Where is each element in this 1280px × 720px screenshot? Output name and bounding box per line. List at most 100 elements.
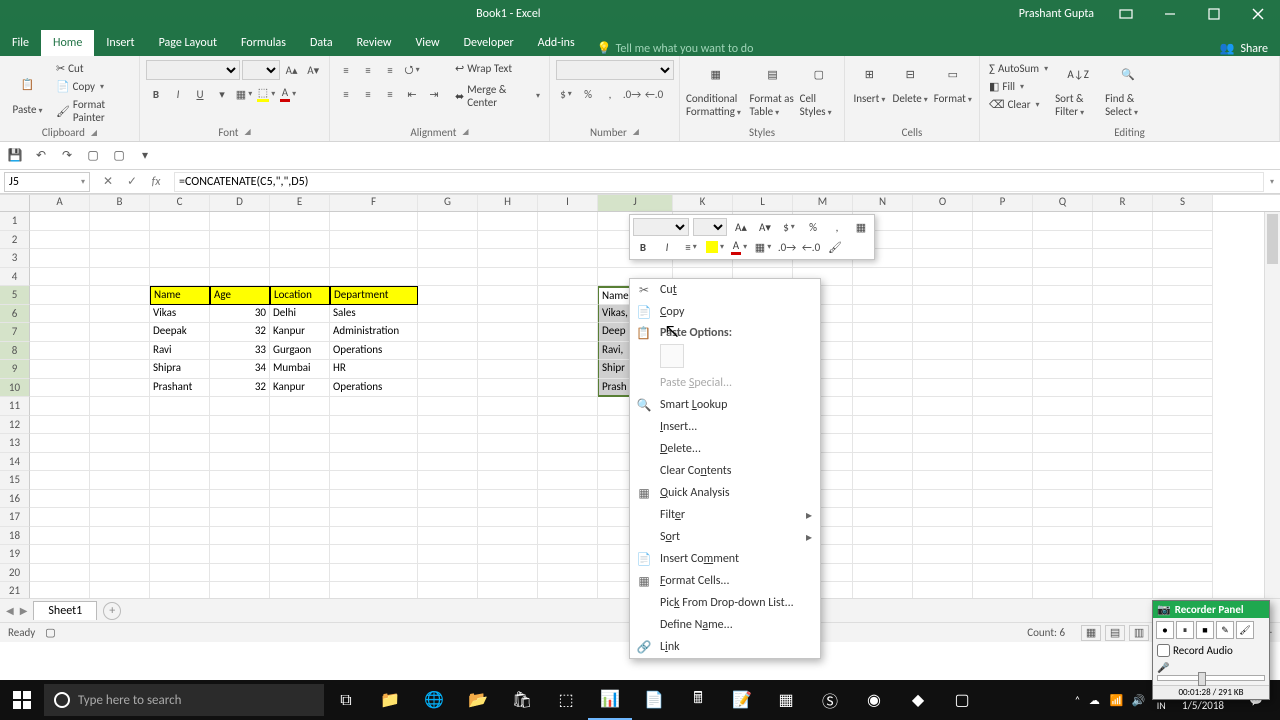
ctx-copy[interactable]: 📄Copy xyxy=(630,301,820,323)
notepad-icon[interactable]: 📄 xyxy=(632,680,676,720)
skype-icon[interactable]: Ⓢ xyxy=(808,680,852,720)
cell[interactable] xyxy=(973,342,1033,361)
cell[interactable] xyxy=(418,212,478,231)
tab-formulas[interactable]: Formulas xyxy=(229,30,298,56)
row-header-6[interactable]: 6 xyxy=(0,305,30,324)
word-icon[interactable]: 📝 xyxy=(720,680,764,720)
cell[interactable] xyxy=(538,490,598,509)
cell[interactable] xyxy=(270,453,330,472)
cell[interactable] xyxy=(1093,582,1153,598)
cell[interactable]: Deepak xyxy=(150,323,210,342)
cell[interactable]: Delhi xyxy=(270,305,330,324)
cell[interactable] xyxy=(90,545,150,564)
calculator-icon[interactable]: 🖩 xyxy=(676,680,720,720)
cell[interactable] xyxy=(478,212,538,231)
cell[interactable] xyxy=(418,342,478,361)
cell[interactable] xyxy=(30,453,90,472)
cell[interactable] xyxy=(1153,434,1213,453)
inc-decimal-icon[interactable]: .0→ xyxy=(622,84,642,104)
qat-btn-1[interactable]: ▢ xyxy=(84,147,102,165)
cell[interactable] xyxy=(538,323,598,342)
mini-font-select[interactable]: Calibri xyxy=(633,218,689,236)
cell[interactable] xyxy=(1033,434,1093,453)
cell[interactable] xyxy=(853,564,913,583)
cell[interactable] xyxy=(30,434,90,453)
cell[interactable] xyxy=(913,360,973,379)
number-launcher-icon[interactable]: ◢ xyxy=(633,127,639,137)
qat-btn-2[interactable]: ▢ xyxy=(110,147,128,165)
row-header-2[interactable]: 2 xyxy=(0,231,30,250)
percent-icon[interactable]: % xyxy=(578,84,598,104)
row-header-16[interactable]: 16 xyxy=(0,490,30,509)
row-header-21[interactable]: 21 xyxy=(0,582,30,598)
cell[interactable] xyxy=(1093,397,1153,416)
col-header-G[interactable]: G xyxy=(418,195,478,211)
col-header-E[interactable]: E xyxy=(270,195,330,211)
mini-percent-icon[interactable]: % xyxy=(803,218,823,236)
col-header-Q[interactable]: Q xyxy=(1033,195,1093,211)
fx-icon[interactable]: fx xyxy=(146,172,166,192)
underline-more-icon[interactable]: ▾ xyxy=(212,84,232,104)
cell[interactable] xyxy=(973,360,1033,379)
select-all-corner[interactable] xyxy=(0,195,30,211)
format-as-table-button[interactable]: ▤Format as Table xyxy=(750,60,796,118)
cell[interactable] xyxy=(330,249,418,268)
cell[interactable]: Location xyxy=(270,286,330,305)
rec-volume-slider[interactable] xyxy=(1157,675,1265,681)
cell[interactable] xyxy=(30,508,90,527)
cell[interactable] xyxy=(330,434,418,453)
cell[interactable]: Shipra xyxy=(150,360,210,379)
paste-button[interactable]: 📋Paste xyxy=(6,60,49,126)
dec-indent-icon[interactable]: ⇤ xyxy=(402,84,422,104)
cell[interactable]: Sales xyxy=(330,305,418,324)
row-header-1[interactable]: 1 xyxy=(0,212,30,231)
cell[interactable] xyxy=(90,434,150,453)
cell[interactable] xyxy=(973,545,1033,564)
cell[interactable] xyxy=(913,268,973,287)
cell[interactable] xyxy=(150,471,210,490)
col-header-I[interactable]: I xyxy=(538,195,598,211)
cell[interactable] xyxy=(418,323,478,342)
mini-font-color-button[interactable]: A xyxy=(729,238,749,256)
cell[interactable] xyxy=(90,305,150,324)
cancel-formula-icon[interactable]: ✕ xyxy=(98,172,118,192)
cell[interactable] xyxy=(90,397,150,416)
cell[interactable] xyxy=(150,416,210,435)
cell[interactable] xyxy=(853,305,913,324)
col-header-L[interactable]: L xyxy=(733,195,793,211)
inc-indent-icon[interactable]: ⇥ xyxy=(424,84,444,104)
cell[interactable] xyxy=(1033,305,1093,324)
record-audio-checkbox[interactable] xyxy=(1157,644,1170,657)
font-launcher-icon[interactable]: ◢ xyxy=(244,127,250,137)
align-left-icon[interactable]: ≡ xyxy=(336,84,356,104)
normal-view-icon[interactable]: ▦ xyxy=(1081,625,1101,641)
ctx-insert-comment[interactable]: 📄Insert Comment xyxy=(630,548,820,570)
cell[interactable] xyxy=(1033,582,1093,598)
cell[interactable] xyxy=(853,416,913,435)
copy-button[interactable]: 📄Copy xyxy=(53,78,133,95)
cell[interactable] xyxy=(913,527,973,546)
cell[interactable] xyxy=(270,527,330,546)
cell[interactable] xyxy=(330,416,418,435)
cell[interactable] xyxy=(913,434,973,453)
cell[interactable] xyxy=(418,453,478,472)
clear-button[interactable]: ⌫Clear xyxy=(986,96,1051,113)
cell[interactable] xyxy=(1153,545,1213,564)
cell[interactable] xyxy=(478,416,538,435)
cell[interactable] xyxy=(150,231,210,250)
cell[interactable] xyxy=(30,379,90,398)
cell[interactable] xyxy=(913,305,973,324)
cell[interactable] xyxy=(853,453,913,472)
cell[interactable] xyxy=(973,453,1033,472)
cell[interactable] xyxy=(150,434,210,453)
cell[interactable] xyxy=(330,268,418,287)
cell[interactable] xyxy=(418,471,478,490)
cell[interactable] xyxy=(150,564,210,583)
cell[interactable] xyxy=(853,379,913,398)
cell[interactable] xyxy=(270,564,330,583)
fill-button[interactable]: ◧Fill xyxy=(986,78,1051,95)
cell[interactable] xyxy=(30,249,90,268)
cell[interactable] xyxy=(418,231,478,250)
align-middle-icon[interactable]: ≡ xyxy=(358,60,378,80)
cell[interactable] xyxy=(478,305,538,324)
